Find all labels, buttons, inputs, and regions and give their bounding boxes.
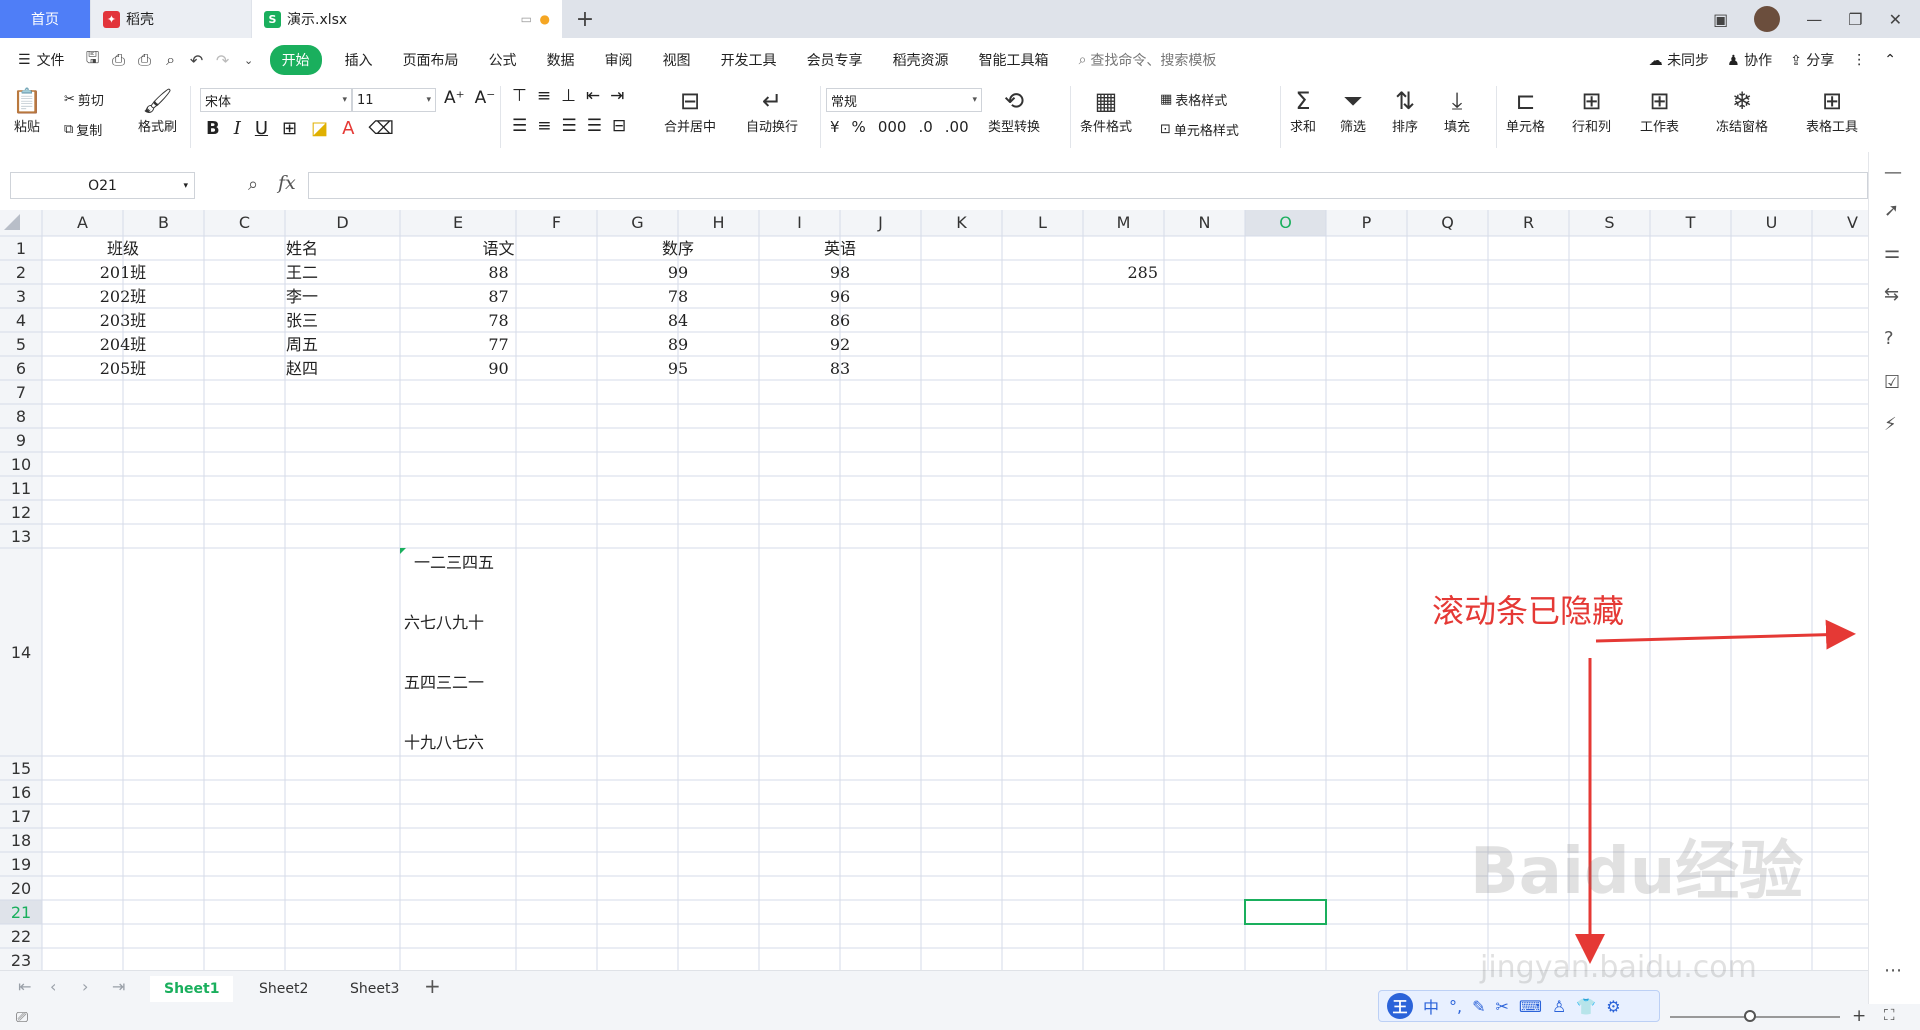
annotation-arrow-right — [1595, 619, 1856, 650]
watermark-url: jingyan.baidu.com — [1480, 950, 1757, 985]
watermark-logo: Baidu经验 — [1470, 835, 1804, 909]
